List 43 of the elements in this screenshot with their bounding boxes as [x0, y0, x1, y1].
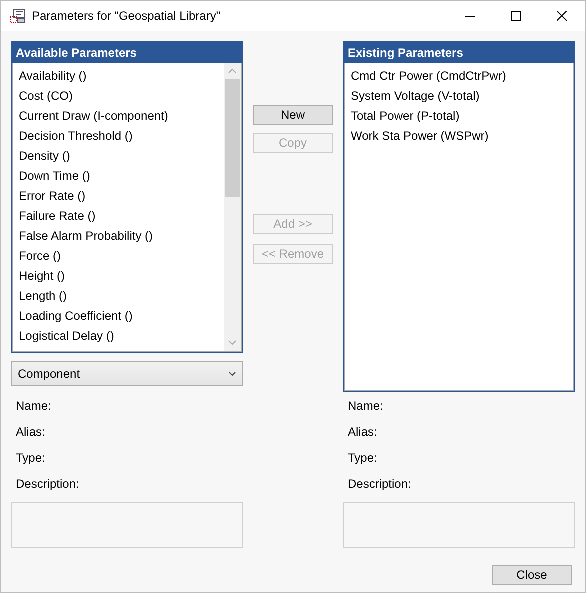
- field-label: Type:: [347, 450, 378, 467]
- list-item[interactable]: Current Draw (I-component): [19, 106, 224, 126]
- list-item[interactable]: Total Power (P-total): [351, 106, 573, 126]
- list-item[interactable]: Down Time (): [19, 166, 224, 186]
- field-label: Description:: [15, 476, 80, 493]
- scroll-down-icon[interactable]: [228, 340, 237, 346]
- scrollbar[interactable]: [224, 63, 241, 351]
- scroll-up-icon[interactable]: [228, 68, 237, 74]
- list-item[interactable]: False Alarm Probability (): [19, 226, 224, 246]
- field-label: Type:: [15, 450, 46, 467]
- list-item[interactable]: Loading Coefficient (): [19, 306, 224, 326]
- category-dropdown[interactable]: Component: [11, 361, 243, 386]
- list-item[interactable]: Error Rate (): [19, 186, 224, 206]
- field-label: Description:: [347, 476, 412, 493]
- scroll-thumb[interactable]: [225, 79, 240, 197]
- list-item[interactable]: System Voltage (V-total): [351, 86, 573, 106]
- close-dialog-button[interactable]: Close: [492, 565, 572, 585]
- list-item[interactable]: Height (): [19, 266, 224, 286]
- action-button[interactable]: New: [253, 105, 333, 125]
- list-item[interactable]: Density (): [19, 146, 224, 166]
- description-box[interactable]: [11, 502, 243, 548]
- list-item[interactable]: Cost (CO): [19, 86, 224, 106]
- maximize-icon: [511, 11, 521, 21]
- list-box[interactable]: Cmd Ctr Power (CmdCtrPwr) System Voltage (V-total) Total Power (P-total) Work Sta Power (WSPwr): [344, 63, 574, 391]
- list-item[interactable]: Force (): [19, 246, 224, 266]
- description-box[interactable]: [343, 502, 575, 548]
- list-item[interactable]: Logistical Delay (): [19, 326, 224, 346]
- field-label: Name:: [15, 398, 52, 415]
- panel-header: Available Parameters: [12, 42, 242, 63]
- list-item[interactable]: Length (): [19, 286, 224, 306]
- field-label: Alias:: [347, 424, 378, 441]
- list-item[interactable]: Cmd Ctr Power (CmdCtrPwr): [351, 66, 573, 86]
- list-item[interactable]: Work Sta Power (WSPwr): [351, 126, 573, 146]
- list-item[interactable]: Availability (): [19, 66, 224, 86]
- app-icon: [10, 9, 26, 23]
- field-label: Alias:: [15, 424, 46, 441]
- list-item[interactable]: Failure Rate (): [19, 206, 224, 226]
- list-item[interactable]: Decision Threshold (): [19, 126, 224, 146]
- field-label: Name:: [347, 398, 384, 415]
- chevron-down-icon: [229, 372, 236, 376]
- panel-header: Existing Parameters: [344, 42, 574, 63]
- close-icon: [557, 11, 567, 21]
- window-title: Parameters for "Geospatial Library": [32, 9, 222, 23]
